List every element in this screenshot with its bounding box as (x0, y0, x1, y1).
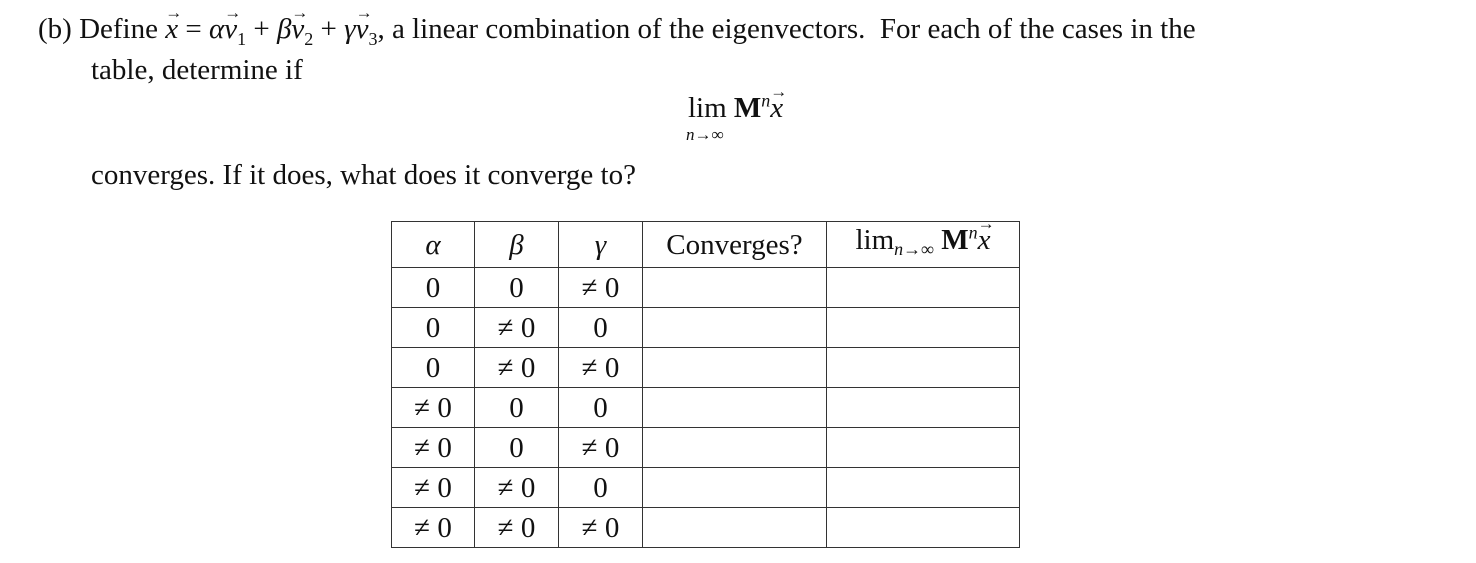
table-row: ≠ 0 0 0 (391, 387, 1020, 428)
plus-sign-2: + (313, 13, 345, 45)
table-row: 0 ≠ 0 0 (391, 307, 1020, 348)
header-vector-x: x (978, 206, 995, 258)
beta-cell: ≠ 0 (474, 307, 559, 348)
problem-line-1: (b) Define x = αv1 + βv2 + γv3, a linear… (38, 0, 1196, 49)
header-alpha: α (391, 221, 475, 268)
alpha-cell: ≠ 0 (391, 427, 475, 468)
header-gamma: γ (558, 221, 643, 268)
plus-sign-1: + (246, 13, 277, 45)
converges-answer-cell[interactable] (642, 307, 827, 348)
matrix-m: M (733, 92, 762, 124)
display-vector-x: x (770, 75, 787, 125)
define-word: Define (79, 13, 158, 45)
beta-cell: ≠ 0 (474, 467, 559, 508)
header-converges: Converges? (642, 221, 827, 268)
vector-v1: v (224, 0, 241, 46)
limit-expression: lim Mnx (688, 75, 787, 125)
limit-answer-cell[interactable] (826, 347, 1020, 388)
gamma-cell: 0 (558, 307, 643, 348)
table-row: 0 ≠ 0 ≠ 0 (391, 347, 1020, 388)
header-matrix-m: M (941, 224, 969, 256)
table-row: 0 0 ≠ 0 (391, 267, 1020, 308)
beta-cell: 0 (474, 267, 559, 308)
table-row: ≠ 0 0 ≠ 0 (391, 427, 1020, 468)
lim-word: lim (688, 92, 727, 124)
limit-answer-cell[interactable] (826, 467, 1020, 508)
alpha-cell: ≠ 0 (391, 387, 475, 428)
converges-answer-cell[interactable] (642, 387, 827, 428)
vector-x: x (165, 0, 182, 46)
alpha-cell: ≠ 0 (391, 507, 475, 548)
converges-answer-cell[interactable] (642, 347, 827, 388)
limit-subscript: n→∞ (686, 125, 724, 144)
converges-answer-cell[interactable] (642, 427, 827, 468)
header-lim-word: lim (855, 224, 895, 256)
header-lim-subscript: n→∞ (894, 239, 934, 259)
gamma-symbol: γ (344, 13, 356, 45)
beta-cell: 0 (474, 387, 559, 428)
limit-answer-cell[interactable] (826, 507, 1020, 548)
part-label: (b) (38, 13, 72, 45)
alpha-cell: 0 (391, 267, 475, 308)
gamma-cell: ≠ 0 (558, 507, 643, 548)
converges-answer-cell[interactable] (642, 467, 827, 508)
equals-sign: = (178, 13, 209, 45)
table-header-row: α β γ Converges? limn→∞ Mnx (391, 206, 1020, 268)
gamma-cell: ≠ 0 (558, 267, 643, 308)
limit-answer-cell[interactable] (826, 267, 1020, 308)
converges-answer-cell[interactable] (642, 267, 827, 308)
problem-line-3: converges. If it does, what does it conv… (91, 159, 636, 191)
beta-symbol: β (276, 13, 292, 45)
header-beta: β (474, 221, 559, 268)
limit-answer-cell[interactable] (826, 307, 1020, 348)
alpha-cell: 0 (391, 347, 475, 388)
gamma-cell: 0 (558, 387, 643, 428)
beta-cell: ≠ 0 (474, 507, 559, 548)
beta-cell: ≠ 0 (474, 347, 559, 388)
subscript-1: 1 (237, 28, 247, 49)
header-limit: limn→∞ Mnx (826, 206, 1020, 268)
subscript-2: 2 (304, 28, 314, 49)
converges-answer-cell[interactable] (642, 507, 827, 548)
beta-cell: 0 (474, 427, 559, 468)
vector-v3: v (356, 0, 373, 46)
exponent-n: n (761, 90, 771, 111)
vector-v2: v (291, 0, 308, 46)
limit-display-equation: lim Mnx n→∞ (676, 75, 816, 151)
table-row: ≠ 0 ≠ 0 0 (391, 467, 1020, 508)
alpha-cell: 0 (391, 307, 475, 348)
header-exponent-n: n (968, 222, 978, 243)
problem-line-1-rest: , a linear combination of the eigenvecto… (377, 13, 1196, 45)
problem-line-2: table, determine if (91, 54, 303, 86)
alpha-cell: ≠ 0 (391, 467, 475, 508)
gamma-cell: ≠ 0 (558, 347, 643, 388)
limit-answer-cell[interactable] (826, 427, 1020, 468)
cases-table: α β γ Converges? limn→∞ Mnx 0 0 ≠ 0 0 ≠ … (391, 206, 1020, 548)
alpha-symbol: α (208, 13, 225, 45)
gamma-cell: 0 (558, 467, 643, 508)
limit-answer-cell[interactable] (826, 387, 1020, 428)
table-row: ≠ 0 ≠ 0 ≠ 0 (391, 507, 1020, 548)
gamma-cell: ≠ 0 (558, 427, 643, 468)
